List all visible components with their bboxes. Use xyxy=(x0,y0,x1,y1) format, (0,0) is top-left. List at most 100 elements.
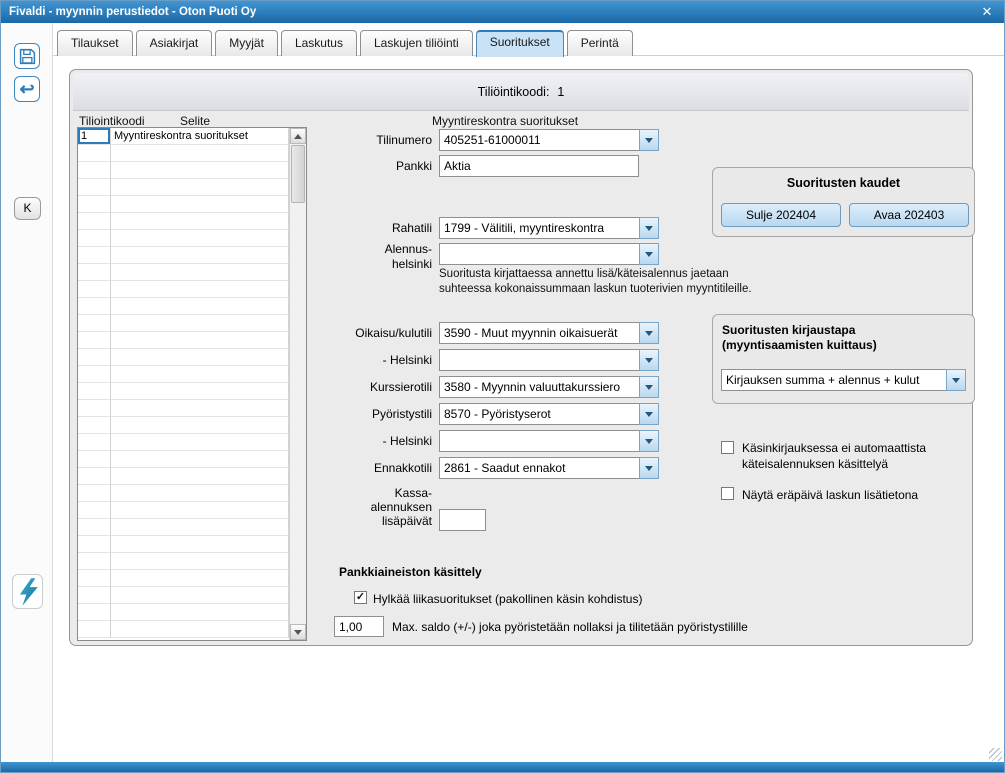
code-cell[interactable] xyxy=(78,468,111,484)
code-cell[interactable] xyxy=(78,196,111,212)
code-cell[interactable] xyxy=(78,332,111,348)
kurssierotili-dropdown-button[interactable] xyxy=(639,376,659,398)
nayta-erapaiva-checkbox[interactable] xyxy=(721,487,734,500)
tab-laskutus[interactable]: Laskutus xyxy=(280,30,357,56)
pankki-input[interactable]: Aktia xyxy=(439,155,639,177)
code-cell[interactable] xyxy=(78,621,111,637)
code-cell[interactable] xyxy=(78,536,111,552)
tab-laskujen-tiliointi[interactable]: Laskujen tiliöinti xyxy=(359,30,473,56)
selite-cell[interactable] xyxy=(111,298,289,314)
selite-cell[interactable] xyxy=(111,468,289,484)
code-cell[interactable] xyxy=(78,298,111,314)
kurssierotili-input[interactable]: 3580 - Myynnin valuuttakurssiero xyxy=(439,376,639,398)
table-row[interactable] xyxy=(78,417,289,434)
selite-cell[interactable] xyxy=(111,315,289,331)
pyoristystili-dropdown-button[interactable] xyxy=(639,403,659,425)
code-cell[interactable] xyxy=(78,247,111,263)
code-cell[interactable] xyxy=(78,230,111,246)
selite-cell[interactable] xyxy=(111,281,289,297)
helsinki2-input[interactable] xyxy=(439,430,639,452)
table-row[interactable] xyxy=(78,162,289,179)
table-row[interactable] xyxy=(78,383,289,400)
selite-cell[interactable] xyxy=(111,213,289,229)
code-cell[interactable] xyxy=(78,553,111,569)
code-cell[interactable] xyxy=(78,451,111,467)
table-row[interactable] xyxy=(78,213,289,230)
code-cell[interactable] xyxy=(78,502,111,518)
selite-cell[interactable] xyxy=(111,434,289,450)
oikaisu-input[interactable]: 3590 - Muut myynnin oikaisuerät xyxy=(439,322,639,344)
selite-cell[interactable] xyxy=(111,502,289,518)
tab-perinta[interactable]: Perintä xyxy=(566,30,633,56)
table-row[interactable] xyxy=(78,179,289,196)
code-cell[interactable] xyxy=(78,587,111,603)
selite-cell[interactable] xyxy=(111,417,289,433)
selite-cell[interactable] xyxy=(111,332,289,348)
table-row[interactable] xyxy=(78,281,289,298)
code-cell[interactable] xyxy=(78,383,111,399)
selite-cell[interactable] xyxy=(111,145,289,161)
title-bar[interactable]: Fivaldi - myynnin perustiedot - Oton Puo… xyxy=(1,1,1004,23)
ennakkotili-dropdown-button[interactable] xyxy=(639,457,659,479)
selite-cell[interactable] xyxy=(111,264,289,280)
table-row[interactable] xyxy=(78,366,289,383)
code-cell[interactable] xyxy=(78,485,111,501)
selite-cell[interactable] xyxy=(111,196,289,212)
tab-asiakirjat[interactable]: Asiakirjat xyxy=(135,30,213,56)
code-cell[interactable] xyxy=(78,366,111,382)
tab-suoritukset[interactable]: Suoritukset xyxy=(475,30,564,57)
selite-cell[interactable] xyxy=(111,383,289,399)
selite-cell[interactable] xyxy=(111,366,289,382)
selite-cell[interactable] xyxy=(111,621,289,637)
table-row[interactable] xyxy=(78,502,289,519)
resize-grip[interactable] xyxy=(989,748,1002,761)
oikaisu-dropdown-button[interactable] xyxy=(639,322,659,344)
tilinumero-input[interactable]: 405251-61000011 xyxy=(439,129,639,151)
table-row[interactable] xyxy=(78,587,289,604)
selite-cell[interactable]: Myyntireskontra suoritukset xyxy=(111,128,289,144)
code-cell[interactable] xyxy=(78,179,111,195)
pyoristystili-input[interactable]: 8570 - Pyöristyserot xyxy=(439,403,639,425)
selite-cell[interactable] xyxy=(111,587,289,603)
code-cell[interactable] xyxy=(78,281,111,297)
sulje-button[interactable]: Sulje 202404 xyxy=(721,203,841,227)
code-cell[interactable] xyxy=(78,315,111,331)
code-cell[interactable] xyxy=(78,213,111,229)
code-cell[interactable] xyxy=(78,604,111,620)
selite-cell[interactable] xyxy=(111,570,289,586)
table-row[interactable] xyxy=(78,145,289,162)
kassa-lisapaivat-input[interactable] xyxy=(439,509,486,531)
table-row[interactable] xyxy=(78,621,289,638)
scrollbar-thumb[interactable] xyxy=(291,145,305,203)
selite-cell[interactable] xyxy=(111,349,289,365)
selite-cell[interactable] xyxy=(111,485,289,501)
selite-cell[interactable] xyxy=(111,230,289,246)
avaa-button[interactable]: Avaa 202403 xyxy=(849,203,969,227)
table-row[interactable] xyxy=(78,332,289,349)
kirjaustapa-dropdown-button[interactable] xyxy=(946,369,966,391)
code-cell[interactable] xyxy=(78,162,111,178)
selite-cell[interactable] xyxy=(111,536,289,552)
code-cell[interactable] xyxy=(78,417,111,433)
selite-cell[interactable] xyxy=(111,179,289,195)
table-row[interactable] xyxy=(78,230,289,247)
kasinkirjaus-checkbox[interactable] xyxy=(721,441,734,454)
table-row[interactable] xyxy=(78,264,289,281)
table-row[interactable] xyxy=(78,196,289,213)
max-saldo-input[interactable]: 1,00 xyxy=(334,616,384,637)
table-row[interactable] xyxy=(78,298,289,315)
helsinki1-dropdown-button[interactable] xyxy=(639,349,659,371)
selite-cell[interactable] xyxy=(111,247,289,263)
table-row[interactable] xyxy=(78,519,289,536)
table-row[interactable] xyxy=(78,315,289,332)
table-row[interactable] xyxy=(78,553,289,570)
rahatili-dropdown-button[interactable] xyxy=(639,217,659,239)
code-cell[interactable] xyxy=(78,519,111,535)
table-row[interactable] xyxy=(78,536,289,553)
selite-cell[interactable] xyxy=(111,451,289,467)
code-cell[interactable] xyxy=(78,570,111,586)
selite-cell[interactable] xyxy=(111,604,289,620)
tab-tilaukset[interactable]: Tilaukset xyxy=(57,30,133,56)
table-row[interactable] xyxy=(78,468,289,485)
alennus-dropdown-button[interactable] xyxy=(639,243,659,265)
